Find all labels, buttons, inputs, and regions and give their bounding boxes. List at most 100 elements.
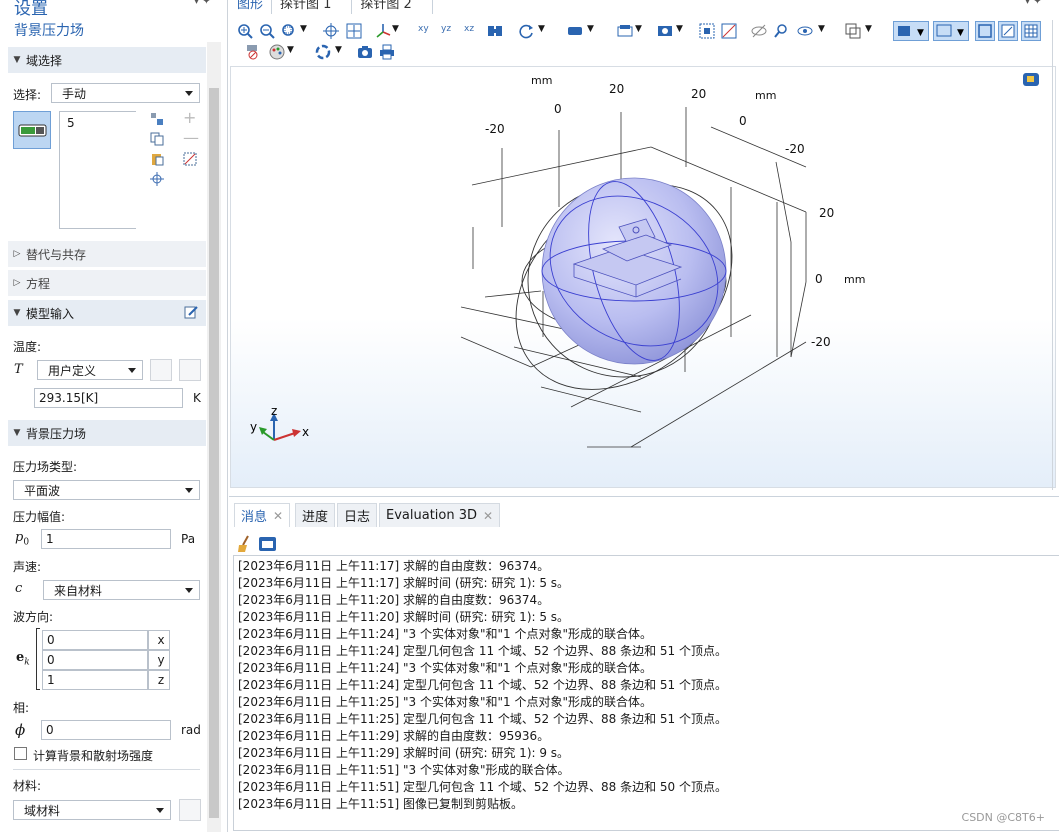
tab-progress[interactable]: 进度: [295, 503, 336, 527]
material-button[interactable]: [179, 359, 201, 381]
list-item[interactable]: 5: [67, 116, 75, 130]
zoom-to-selection-icon[interactable]: [150, 172, 164, 186]
variable-button[interactable]: [150, 359, 172, 381]
tick-label: 20: [819, 206, 834, 220]
wireframe-button[interactable]: ▼: [933, 21, 969, 41]
amplitude-input[interactable]: 1: [41, 529, 171, 549]
temperature-mode-dropdown[interactable]: 用户定义: [37, 360, 143, 380]
section-domain-selection[interactable]: ▼ 域选择: [8, 47, 206, 73]
clear-selection-icon[interactable]: [183, 152, 197, 166]
clear-plot-icon[interactable]: [245, 44, 261, 60]
view-3d-icon[interactable]: [487, 23, 503, 39]
tab-messages[interactable]: 消息 ✕: [234, 503, 291, 527]
view-yz-icon[interactable]: yz: [441, 24, 451, 34]
chevron-down-icon[interactable]: ▼: [865, 24, 872, 34]
section-override-coexistence[interactable]: ▷ 替代与共存: [8, 241, 206, 267]
chevron-down-icon[interactable]: ▼: [392, 24, 399, 34]
tab-graphics[interactable]: 图形: [229, 0, 273, 14]
zoom-extents-icon[interactable]: [346, 23, 362, 39]
tab-label: 消息: [241, 510, 268, 525]
refresh-icon[interactable]: [315, 44, 331, 60]
select-box-icon[interactable]: [567, 23, 583, 39]
find-icon[interactable]: [773, 23, 789, 39]
box-view-button[interactable]: [975, 21, 995, 41]
chevron-down-icon[interactable]: ▼: [818, 24, 825, 34]
log-line: [2023年6月11日 上午11:51] "3 个实体对象"形成的联合体。: [238, 763, 570, 777]
scrollbar-thumb[interactable]: [209, 88, 219, 818]
temperature-input[interactable]: 293.15[K]: [34, 388, 183, 408]
wave-dir-x-input[interactable]: 0: [42, 630, 148, 650]
paste-selection-icon[interactable]: [150, 112, 164, 126]
tick-label: 0: [815, 272, 823, 286]
edit-icon[interactable]: [184, 305, 198, 319]
zoom-selected-icon[interactable]: [323, 23, 339, 39]
selection-mode-button[interactable]: ▼: [893, 21, 929, 41]
view-axes-icon[interactable]: [375, 23, 391, 39]
tab-probe-plot-1[interactable]: 探针图 1: [272, 0, 353, 14]
active-toggle-button[interactable]: [13, 111, 51, 149]
render-icon[interactable]: [657, 23, 673, 39]
view-xy-icon[interactable]: xy: [418, 24, 429, 34]
copy-to-clipboard-icon[interactable]: [258, 535, 278, 553]
deselect-icon[interactable]: [721, 23, 737, 39]
close-icon[interactable]: ✕: [273, 509, 283, 523]
axis-orientation-button[interactable]: [998, 21, 1018, 41]
view-xz-icon[interactable]: xz: [464, 24, 474, 34]
rotate-icon[interactable]: [519, 23, 535, 39]
zoom-in-icon[interactable]: [237, 23, 253, 39]
settings-scrollbar[interactable]: [207, 42, 221, 832]
section-background-pressure-field[interactable]: ▼ 背景压力场: [8, 420, 206, 446]
transparency-icon[interactable]: [845, 23, 861, 39]
chevron-down-icon[interactable]: ▼: [335, 45, 342, 55]
geometry-view[interactable]: mm -20 0 20 20 mm 0 -20 20 0 mm -20 z x …: [231, 67, 1055, 487]
chevron-down-icon[interactable]: ▼: [587, 24, 594, 34]
print-icon[interactable]: [379, 44, 395, 60]
scene-light-icon[interactable]: [617, 23, 633, 39]
speed-dropdown[interactable]: 来自材料: [43, 580, 200, 600]
phase-input[interactable]: 0: [41, 720, 171, 740]
message-log[interactable]: [2023年6月11日 上午11:17] 求解的自由度数：96374。 [202…: [233, 555, 1059, 831]
field-type-dropdown[interactable]: 平面波: [13, 480, 200, 500]
selection-list[interactable]: 5: [59, 111, 136, 229]
triad-y-label: y: [250, 420, 257, 434]
tab-probe-plot-2[interactable]: 探针图 2: [352, 0, 433, 14]
add-icon[interactable]: +: [183, 108, 196, 127]
visibility-icon[interactable]: [797, 23, 813, 39]
point-object[interactable]: [632, 226, 640, 234]
log-line: [2023年6月11日 上午11:51] 定型几何包含 11 个域、52 个边界…: [238, 780, 727, 794]
wave-dir-z-input[interactable]: 1: [42, 670, 148, 690]
hide-icon[interactable]: [751, 23, 767, 39]
color-palette-icon[interactable]: [269, 44, 285, 60]
go-to-material-button[interactable]: [179, 799, 201, 821]
panel-menu-icon[interactable]: ▾ ✦: [194, 0, 211, 7]
chevron-down-icon[interactable]: ▼: [538, 24, 545, 34]
zoom-box-icon[interactable]: [281, 23, 297, 39]
chevron-down-icon[interactable]: ▼: [676, 24, 683, 34]
selection-dropdown[interactable]: 手动: [51, 83, 200, 103]
close-icon[interactable]: ✕: [483, 509, 493, 523]
svg-text:▼: ▼: [917, 28, 924, 38]
copy-icon[interactable]: [150, 132, 164, 146]
camera-icon[interactable]: [357, 44, 373, 60]
select-all-icon[interactable]: [699, 23, 715, 39]
scattered-field-checkbox[interactable]: [14, 747, 27, 760]
log-line: [2023年6月11日 上午11:51] 图像已复制到剪贴板。: [238, 797, 524, 811]
chevron-down-icon[interactable]: ▼: [300, 24, 307, 34]
section-model-input[interactable]: ▼ 模型输入: [8, 300, 206, 326]
tab-log[interactable]: 日志: [337, 503, 378, 527]
wave-dir-y-input[interactable]: 0: [42, 650, 148, 670]
speed-label: 声速:: [13, 560, 42, 574]
clear-messages-icon[interactable]: [237, 535, 253, 553]
chevron-down-icon[interactable]: ▼: [287, 45, 294, 55]
grid-button[interactable]: [1021, 21, 1041, 41]
remove-icon[interactable]: —: [183, 128, 199, 147]
zoom-out-icon[interactable]: [259, 23, 275, 39]
paste-icon[interactable]: [150, 152, 164, 166]
tab-evaluation-3d[interactable]: Evaluation 3D ✕: [379, 503, 501, 527]
chevron-down-icon[interactable]: ▼: [635, 24, 642, 34]
graphics-viewport[interactable]: mm -20 0 20 20 mm 0 -20 20 0 mm -20 z x …: [230, 66, 1056, 488]
section-title: 替代与共存: [26, 247, 87, 262]
window-menu-icon[interactable]: ▾ ✦: [1025, 0, 1042, 7]
material-dropdown[interactable]: 域材料: [13, 800, 171, 820]
section-equation[interactable]: ▷ 方程: [8, 270, 206, 296]
